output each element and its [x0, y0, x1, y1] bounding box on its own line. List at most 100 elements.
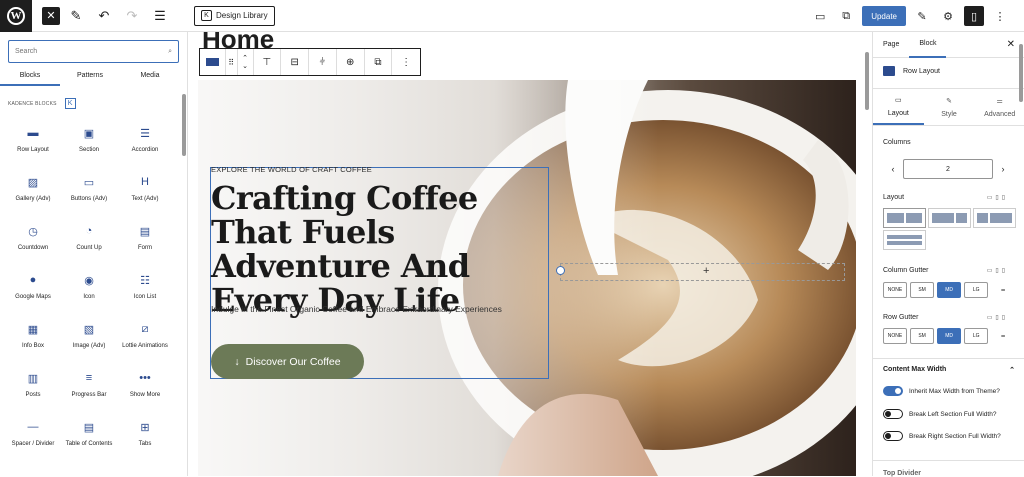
copy-style-icon[interactable]: ⧉: [365, 49, 393, 75]
toggle-inherit-max-width[interactable]: Inherit Max Width from Theme?: [883, 386, 1000, 396]
wordpress-logo-icon[interactable]: W: [0, 0, 32, 32]
block-item[interactable]: ⊞ Tabs: [117, 420, 173, 469]
move-up-down-icon[interactable]: ⌃ ⌄: [238, 49, 254, 75]
discover-coffee-button[interactable]: ↓ Discover Our Coffee: [211, 344, 364, 379]
tab-patterns[interactable]: Patterns: [60, 70, 120, 86]
drag-handle-icon[interactable]: ⠿: [226, 49, 238, 75]
gutter-none[interactable]: NONE: [883, 282, 908, 298]
block-item[interactable]: ◔ Count Up: [61, 224, 117, 273]
block-card: Row Layout: [883, 66, 940, 76]
toggle-break-right[interactable]: Break Right Section Full Width?: [883, 431, 1001, 441]
search-input[interactable]: Search ⌕: [8, 40, 179, 63]
block-item[interactable]: — Spacer / Divider: [5, 420, 61, 469]
block-item[interactable]: ▤ Form: [117, 224, 173, 273]
block-item-label: Buttons (Adv): [70, 196, 108, 202]
gutter-sm[interactable]: SM: [910, 328, 935, 344]
column-resize-handle[interactable]: [556, 266, 565, 275]
undo-icon[interactable]: ↶: [92, 4, 116, 28]
block-item[interactable]: ● Google Maps: [5, 273, 61, 322]
block-item[interactable]: ▤ Table of Contents: [61, 420, 117, 469]
toggle-switch[interactable]: [883, 386, 903, 396]
custom-sliders-icon[interactable]: ⚌: [991, 328, 1015, 344]
block-toolbar: ⠿ ⌃ ⌄ ⊤ ⊟ ⫩ ⊕ ⧉ ⋮: [199, 48, 421, 76]
tab-layout[interactable]: ▭ Layout: [873, 89, 924, 125]
document-overview-icon[interactable]: ☰: [148, 4, 172, 28]
block-item[interactable]: H Text (Adv): [117, 175, 173, 224]
scrollbar[interactable]: [182, 94, 186, 156]
custom-sliders-icon[interactable]: ⚌: [991, 282, 1015, 298]
buttons-icon: ▭: [83, 176, 95, 189]
toggle-switch[interactable]: [883, 409, 903, 419]
layout-left-heavy-option[interactable]: [928, 208, 971, 228]
pencil-icon[interactable]: ✎: [64, 4, 88, 28]
external-link-icon[interactable]: ⧉: [836, 6, 856, 26]
block-item[interactable]: ▭ Buttons (Adv): [61, 175, 117, 224]
settings-sidebar-icon[interactable]: ▯: [964, 6, 984, 26]
gutter-lg[interactable]: LG: [964, 328, 989, 344]
layout-stacked-option[interactable]: [883, 230, 926, 250]
tab-block[interactable]: Block: [909, 32, 947, 58]
block-item[interactable]: ≡ Progress Bar: [61, 371, 117, 420]
add-icon[interactable]: ⊕: [337, 49, 365, 75]
redo-icon[interactable]: ↷: [120, 4, 144, 28]
add-block-icon[interactable]: +: [703, 265, 709, 277]
row-layout-icon[interactable]: [200, 49, 226, 75]
block-item[interactable]: ⧄ Lottie Animations: [117, 322, 173, 371]
block-item[interactable]: ▦ Info Box: [5, 322, 61, 371]
chevron-right-icon[interactable]: ›: [993, 164, 1013, 174]
scrollbar[interactable]: [1019, 44, 1023, 102]
device-icons[interactable]: ▭▯▯: [987, 267, 1008, 274]
update-button[interactable]: Update: [862, 6, 906, 26]
align-top-icon[interactable]: ⊤: [254, 49, 282, 75]
kadence-controls-icon[interactable]: ⚙: [938, 6, 958, 26]
more-options-icon[interactable]: ⋮: [392, 49, 420, 75]
posts-icon: ▥: [27, 372, 39, 385]
empty-column-placeholder[interactable]: +: [560, 263, 845, 281]
block-item[interactable]: ◷ Countdown: [5, 224, 61, 273]
tab-media[interactable]: Media: [120, 70, 180, 86]
block-item[interactable]: ▣ Section: [61, 126, 117, 175]
device-icons[interactable]: ▭▯▯: [987, 194, 1008, 201]
block-item[interactable]: ▨ Gallery (Adv): [5, 175, 61, 224]
layout-right-heavy-option[interactable]: [973, 208, 1016, 228]
scrollbar[interactable]: [865, 52, 869, 110]
hero-eyebrow[interactable]: EXPLORE THE WORLD OF CRAFT COFFEE: [211, 165, 372, 174]
tab-blocks[interactable]: Blocks: [0, 70, 60, 86]
gutter-sm[interactable]: SM: [910, 282, 935, 298]
close-icon[interactable]: ✕: [42, 6, 60, 25]
hero-row-layout[interactable]: EXPLORE THE WORLD OF CRAFT COFFEE Crafti…: [198, 80, 856, 476]
tab-advanced[interactable]: ⚌ Advanced: [974, 89, 1024, 125]
edit-icon[interactable]: ✎: [912, 6, 932, 26]
column-gutter-label: Column Gutter: [883, 267, 929, 274]
toggle-switch[interactable]: [883, 431, 903, 441]
chevron-left-icon[interactable]: ‹: [883, 164, 903, 174]
block-item-label: Image (Adv): [72, 343, 106, 349]
gutter-lg[interactable]: LG: [964, 282, 989, 298]
content-max-width-panel-header[interactable]: Content Max Width ⌃: [873, 358, 1024, 380]
info-box-icon: ▦: [27, 323, 39, 336]
columns-value[interactable]: 2: [903, 159, 993, 179]
block-item[interactable]: ◉ Icon: [61, 273, 117, 322]
block-item[interactable]: ▬ Row Layout: [5, 126, 61, 175]
gutter-md[interactable]: MD: [937, 328, 962, 344]
close-icon[interactable]: ✕: [1007, 39, 1015, 50]
layout-equal-option[interactable]: [883, 208, 926, 228]
options-icon[interactable]: ⋮: [990, 6, 1010, 26]
block-item[interactable]: ☷ Icon List: [117, 273, 173, 322]
hero-subtext[interactable]: Indulge in the Finest Organic Coffee and…: [211, 304, 502, 314]
hero-headline[interactable]: Crafting Coffee That Fuels Adventure And…: [211, 181, 556, 317]
device-icons[interactable]: ▭▯▯: [987, 314, 1008, 321]
tab-page[interactable]: Page: [873, 32, 909, 58]
toggle-break-left[interactable]: Break Left Section Full Width?: [883, 409, 996, 419]
full-height-icon[interactable]: ⊟: [281, 49, 310, 75]
block-item[interactable]: ▥ Posts: [5, 371, 61, 420]
block-item[interactable]: ▧ Image (Adv): [61, 322, 117, 371]
gutter-none[interactable]: NONE: [883, 328, 908, 344]
view-icon[interactable]: ▭: [810, 6, 830, 26]
block-item[interactable]: ☰ Accordion: [117, 126, 173, 175]
gutter-md[interactable]: MD: [937, 282, 962, 298]
align-center-icon[interactable]: ⫩: [309, 49, 337, 75]
design-library-button[interactable]: K Design Library: [194, 5, 275, 26]
tab-style[interactable]: ✎ Style: [924, 89, 975, 125]
block-item[interactable]: ••• Show More: [117, 371, 173, 420]
